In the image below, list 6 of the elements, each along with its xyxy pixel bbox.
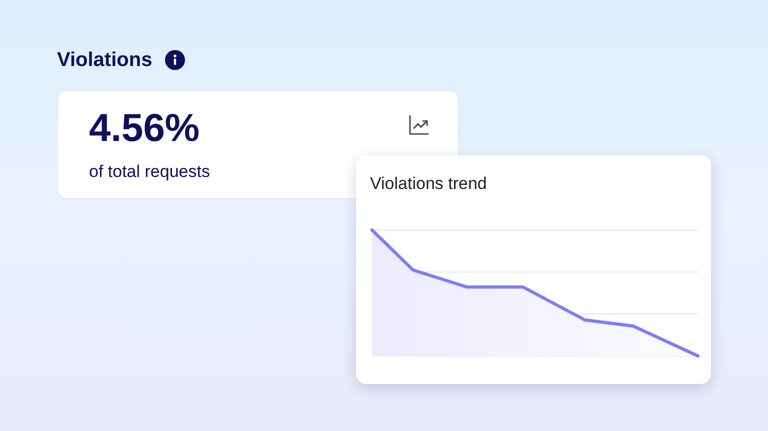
line-chart-icon[interactable] [408, 114, 430, 136]
info-icon[interactable] [165, 50, 186, 70]
popup-title: Violations trend [370, 174, 488, 194]
section-title: Violations [57, 48, 152, 72]
metric-value: 4.56% [89, 107, 201, 151]
metric-caption: of total requests [89, 162, 210, 182]
